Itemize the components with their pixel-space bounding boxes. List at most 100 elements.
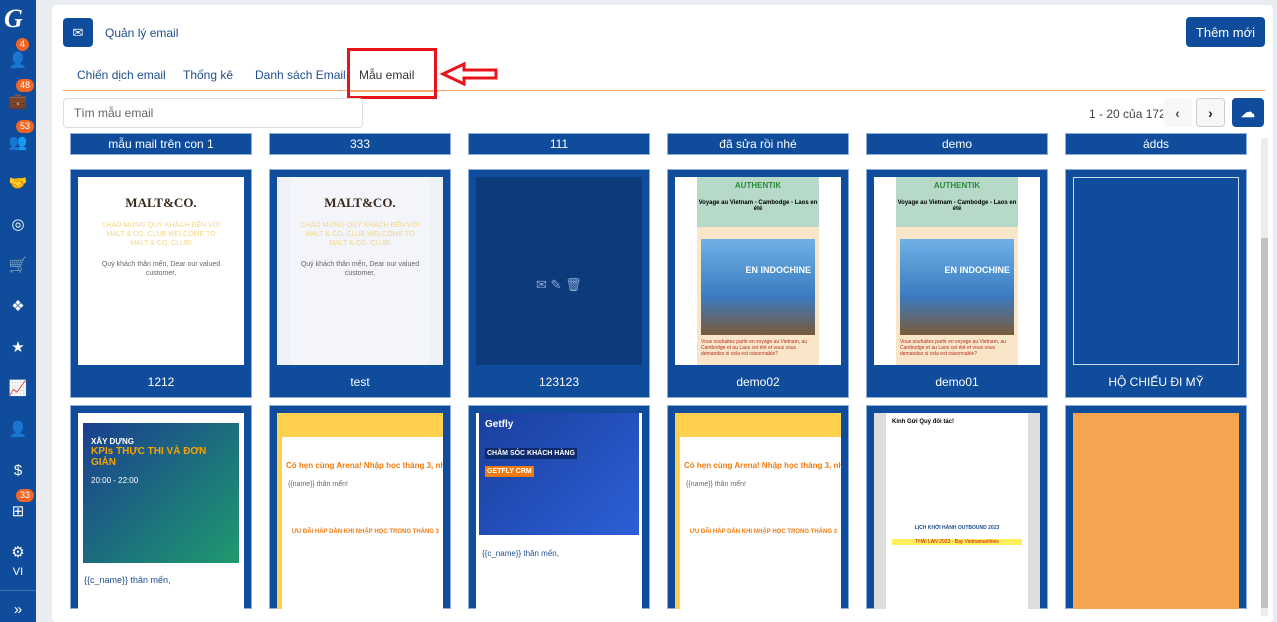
sitemap-icon: ⊞ — [11, 503, 25, 520]
thumb-text: Có hẹn cùng Arena! Nhập học tháng 3, nhậ… — [684, 461, 841, 470]
thumb-text: Quý khách thân mến, Dear our valued cust… — [101, 261, 221, 277]
template-search-input[interactable] — [63, 98, 363, 128]
thumb-text: 20:00 - 22:00 — [91, 476, 139, 485]
template-card[interactable]: Có hẹn cùng Arena! Nhập học tháng 3, nhậ… — [667, 405, 849, 609]
thumb-text: AUTHENTIK — [734, 181, 782, 190]
template-card[interactable]: HỘ CHIẾU ĐI MỸ — [1065, 169, 1247, 398]
thumb-text: AUTHENTIK — [933, 181, 981, 190]
template-card[interactable]: AUTHENTIK Voyage au Vietnam - Cambodge - … — [667, 169, 849, 398]
user-icon: 👤 — [8, 52, 28, 69]
chart-line-icon: 📈 — [8, 380, 28, 397]
template-card[interactable]: Kính Gửi Quý đối tác! LỊCH KHỞI HÀNH OUT… — [866, 405, 1048, 609]
template-card[interactable]: đã sửa rồi nhé — [667, 133, 849, 155]
template-card[interactable]: demo — [866, 133, 1048, 155]
star-icon: ★ — [11, 339, 25, 356]
count-badge: 4 — [16, 38, 30, 51]
sidebar: G 👤 4 💼 48 👥 53 🤝 ◎ 🛒 ❖ ★ 📈 👤 $ ⊞ 33 ⚙ VI » — [0, 0, 36, 622]
thumb-text: ƯU ĐÃI HẤP DẪN KHI NHẬP HỌC TRONG THÁNG … — [689, 529, 837, 535]
add-new-button[interactable]: Thêm mới — [1185, 17, 1265, 47]
thumb-text: Quý khách thân mến, Dear our valued cust… — [300, 261, 420, 277]
sidebar-item-target[interactable]: ◎ — [0, 212, 36, 236]
thumb-text: MALT&CO. — [324, 195, 396, 210]
scrollbar[interactable] — [1261, 138, 1268, 616]
annotation-arrow-icon — [440, 61, 498, 87]
template-card[interactable]: ádds — [1065, 133, 1247, 155]
thumb-text: CHÀO MỪNG QUÝ KHÁCH ĐẾN VỚI MALT & CO. C… — [300, 222, 420, 247]
expand-sidebar-button[interactable]: » — [0, 597, 36, 621]
sidebar-item-cubes[interactable]: ❖ — [0, 294, 36, 318]
handshake-icon: 🤝 — [8, 175, 28, 192]
language-switch[interactable]: VI — [0, 560, 36, 584]
template-name: mẫu mail trên con 1 — [108, 137, 214, 151]
template-name: demo02 — [736, 375, 780, 389]
template-name: 333 — [349, 137, 371, 151]
app-logo[interactable]: G — [4, 4, 23, 34]
template-card[interactable]: ✉ ✎ 🗑 123123 — [468, 169, 650, 398]
thumb-text: MALT&CO. — [125, 195, 197, 210]
tab-bar: Chiến dịch email Thống kê Danh sách Emai… — [63, 57, 1265, 92]
template-card[interactable]: Có hẹn cùng Arena! Nhập học tháng 3, nhậ… — [269, 405, 451, 609]
sidebar-item-handshake[interactable]: 🤝 — [0, 171, 36, 195]
template-card[interactable]: AUTHENTIK Voyage au Vietnam - Cambodge - … — [866, 169, 1048, 398]
template-name: demo — [941, 137, 973, 151]
sidebar-item-users[interactable]: 👥 53 — [0, 120, 36, 154]
thumb-text: Getfly — [485, 419, 514, 430]
thumb-text: EN INDOCHINE — [701, 239, 815, 335]
sidebar-item-briefcase[interactable]: 💼 48 — [0, 79, 36, 113]
tab-campaigns[interactable]: Chiến dịch email — [77, 68, 166, 82]
delete-icon[interactable]: 🗑 — [565, 277, 582, 292]
sidebar-item-dollar[interactable]: $ — [0, 458, 36, 482]
sidebar-item-star[interactable]: ★ — [0, 335, 36, 359]
sidebar-item-sitemap[interactable]: ⊞ 33 — [0, 489, 36, 523]
thumb-text: Voyage au Vietnam - Cambodge - Laos en é… — [897, 200, 1017, 212]
divider — [0, 590, 36, 591]
thumb-text: XÂY DỰNG — [91, 437, 134, 446]
thumb-text: Voyage au Vietnam - Cambodge - Laos en é… — [698, 200, 818, 212]
template-name: demo01 — [935, 375, 979, 389]
tab-email-lists[interactable]: Danh sách Email — [255, 68, 346, 82]
page-title: Quản lý email — [105, 26, 179, 40]
template-name: test — [350, 375, 370, 389]
thumb-text: {{name}} thân mến! — [686, 481, 746, 488]
cloud-upload-icon[interactable]: ☁ — [1232, 98, 1264, 127]
count-badge: 48 — [16, 79, 35, 92]
briefcase-icon: 💼 — [8, 93, 28, 110]
thumb-text: CHÀO MỪNG QUÝ KHÁCH ĐẾN VỚI MALT & CO. C… — [101, 222, 221, 247]
count-badge: 33 — [16, 489, 35, 502]
thumb-text: {{c_name}} thân mến, — [482, 549, 559, 558]
thumb-text: LỊCH KHỞI HÀNH OUTBOUND 2023 — [914, 525, 1000, 531]
sidebar-item-user[interactable]: 👤 4 — [0, 38, 36, 72]
template-card[interactable]: 333 — [269, 133, 451, 155]
highlight-box — [347, 48, 437, 99]
template-card[interactable] — [1065, 405, 1247, 609]
template-name: 111 — [549, 137, 569, 151]
template-card[interactable]: XÂY DỰNG KPIs THỰC THI VÀ ĐƠN GIẢN 20:00… — [70, 405, 252, 609]
sidebar-item-cart[interactable]: 🛒 — [0, 253, 36, 277]
template-name: 1212 — [147, 375, 175, 389]
template-card[interactable]: MALT&CO. CHÀO MỪNG QUÝ KHÁCH ĐẾN VỚI MALT… — [70, 169, 252, 398]
users-icon: 👥 — [8, 134, 28, 151]
template-card[interactable]: Getfly CHĂM SÓC KHÁCH HÀNG GETFLY CRM {{… — [468, 405, 650, 609]
tab-statistics[interactable]: Thống kê — [183, 68, 233, 82]
pagination-range: 1 - 20 của 172 — [1089, 107, 1166, 121]
thumb-text: EN INDOCHINE — [900, 239, 1014, 335]
sidebar-item-chart-line[interactable]: 📈 — [0, 376, 36, 400]
dollar-icon: $ — [13, 461, 23, 479]
template-card[interactable]: 111 — [468, 133, 650, 155]
thumb-text: ƯU ĐÃI HẤP DẪN KHI NHẬP HỌC TRONG THÁNG … — [291, 529, 439, 535]
count-badge: 53 — [16, 120, 35, 133]
edit-icon[interactable]: ✎ — [551, 277, 562, 292]
thumb-text: {{c_name}} thân mến, — [84, 575, 171, 585]
send-icon[interactable]: ✉ — [536, 277, 547, 292]
target-icon: ◎ — [11, 216, 25, 233]
thumb-text: Kính Gửi Quý đối tác! — [892, 419, 955, 425]
thumb-text: KPIs THỰC THI VÀ ĐƠN GIẢN — [91, 446, 207, 468]
cubes-icon: ❖ — [11, 298, 25, 315]
next-page-button[interactable]: › — [1196, 98, 1225, 127]
sidebar-item-user-tie[interactable]: 👤 — [0, 417, 36, 441]
template-name: đã sửa rồi nhé — [719, 137, 797, 151]
thumb-text: THÁI LAN 2023 - Bay Vietnamairlines — [892, 539, 1022, 545]
template-card[interactable]: mẫu mail trên con 1 — [70, 133, 252, 155]
prev-page-button[interactable]: ‹ — [1163, 98, 1192, 127]
template-card[interactable]: MALT&CO. CHÀO MỪNG QUÝ KHÁCH ĐẾN VỚI MALT… — [269, 169, 451, 398]
